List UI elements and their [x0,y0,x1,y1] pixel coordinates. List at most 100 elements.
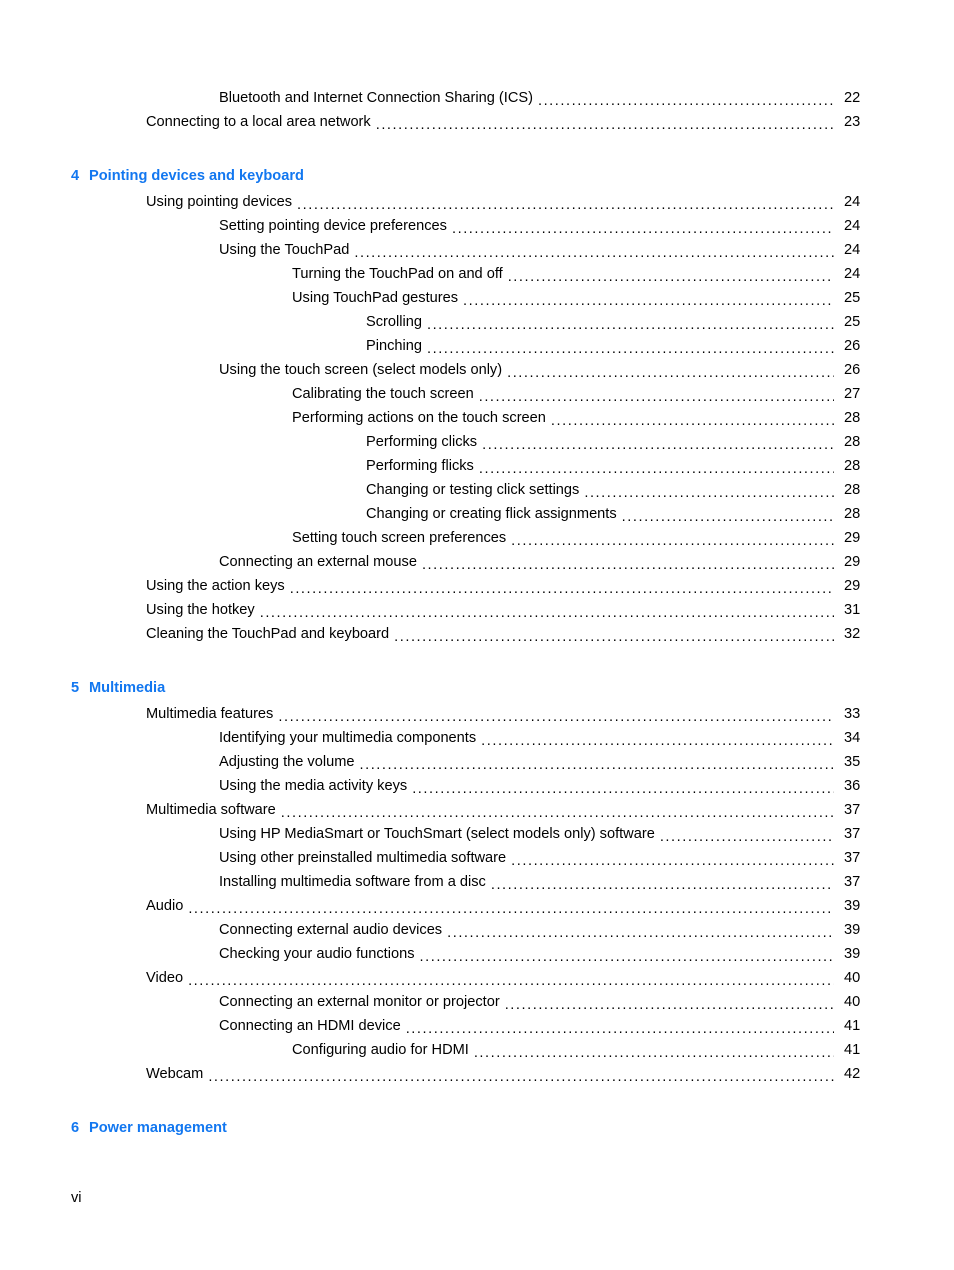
chapter-spacer [0,650,954,680]
dot-leader [208,1073,834,1087]
toc-entry-title: Using pointing devices [146,194,293,210]
toc-entry[interactable]: Using the action keys 29 [0,578,954,602]
toc-entry[interactable]: Using other preinstalled multimedia soft… [0,850,954,874]
toc-entry-title: Bluetooth and Internet Connection Sharin… [219,90,533,106]
toc-entry[interactable]: Cleaning the TouchPad and keyboard 32 [0,626,954,650]
toc-entry-page-number: 28 [844,506,861,522]
toc-entry[interactable]: Calibrating the touch screen 27 [0,386,954,410]
toc-entry[interactable]: Using the hotkey 31 [0,602,954,626]
toc-entry[interactable]: Scrolling 25 [0,314,954,338]
toc-entry-title: Identifying your multimedia components [219,730,477,746]
toc-entry-page-number: 34 [844,730,861,746]
toc-entry[interactable]: Connecting an external mouse 29 [0,554,954,578]
toc-entry-title: Connecting an external monitor or projec… [219,994,500,1010]
chapter-number: 4 [71,168,80,184]
toc-entry[interactable]: Bluetooth and Internet Connection Sharin… [0,90,954,114]
toc-entry[interactable]: Setting touch screen preferences 29 [0,530,954,554]
toc-entry-title: Adjusting the volume [219,754,355,770]
toc-entry[interactable]: Connecting external audio devices 39 [0,922,954,946]
toc-entry[interactable]: Configuring audio for HDMI 41 [0,1042,954,1066]
toc-entry[interactable]: Audio 39 [0,898,954,922]
toc-entry[interactable]: Connecting an HDMI device 41 [0,1018,954,1042]
toc-entry-title: Cleaning the TouchPad and keyboard [146,626,390,642]
toc-entry-title: Connecting an external mouse [219,554,417,570]
dot-leader [551,417,834,431]
toc-entry[interactable]: Performing actions on the touch screen 28 [0,410,954,434]
dot-leader [420,953,834,967]
toc-entry[interactable]: Identifying your multimedia components 34 [0,730,954,754]
dot-leader [622,513,834,527]
toc-entry-page-number: 27 [844,386,861,402]
toc-entry-title: Audio [146,898,184,914]
toc-entry-title: Using other preinstalled multimedia soft… [219,850,507,866]
toc-entry-title: Using the TouchPad [219,242,350,258]
dot-leader [584,489,834,503]
toc-entry-page-number: 25 [844,314,861,330]
toc-entry[interactable]: Changing or creating flick assignments 28 [0,506,954,530]
toc-entry-page-number: 24 [844,242,861,258]
toc-entry-title: Pinching [366,338,422,354]
toc-entry[interactable]: Using TouchPad gestures 25 [0,290,954,314]
toc-entry[interactable]: Multimedia software 37 [0,802,954,826]
toc-entry[interactable]: Pinching 26 [0,338,954,362]
toc-entry[interactable]: Using HP MediaSmart or TouchSmart (selec… [0,826,954,850]
dot-leader [491,881,834,895]
toc-entry[interactable]: Webcam 42 [0,1066,954,1090]
dot-leader [511,857,834,871]
toc-entry-page-number: 31 [844,602,861,618]
toc-entry-page-number: 39 [844,898,861,914]
toc-entry-page-number: 26 [844,362,861,378]
toc-entry-title: Connecting to a local area network [146,114,371,130]
toc-entry-page-number: 42 [844,1066,861,1082]
dot-leader [412,785,834,799]
toc-entry[interactable]: Connecting an external monitor or projec… [0,994,954,1018]
toc-entry-page-number: 22 [844,90,861,106]
toc-entry-title: Using the touch screen (select models on… [219,362,503,378]
toc-entry[interactable]: Performing flicks 28 [0,458,954,482]
dot-leader [479,465,834,479]
dot-leader [188,977,834,991]
chapter-heading[interactable]: 6 Power management [0,1120,954,1144]
toc-entry-page-number: 32 [844,626,861,642]
toc-entry[interactable]: Video 40 [0,970,954,994]
dot-leader [507,369,834,383]
toc-entry[interactable]: Checking your audio functions 39 [0,946,954,970]
toc-entry[interactable]: Connecting to a local area network 23 [0,114,954,138]
toc-entry-title: Checking your audio functions [219,946,415,962]
toc-entry-title: Changing or testing click settings [366,482,580,498]
toc-entry[interactable]: Using the TouchPad 24 [0,242,954,266]
toc-entry[interactable]: Using pointing devices 24 [0,194,954,218]
toc-entry-title: Calibrating the touch screen [292,386,474,402]
chapter-heading[interactable]: 4 Pointing devices and keyboard [0,168,954,192]
toc-entry-title: Turning the TouchPad on and off [292,266,503,282]
dot-leader [511,537,834,551]
toc-entry[interactable]: Multimedia features 33 [0,706,954,730]
toc-entry-title: Scrolling [366,314,422,330]
toc-entry[interactable]: Changing or testing click settings 28 [0,482,954,506]
toc-entry[interactable]: Setting pointing device preferences 24 [0,218,954,242]
dot-leader [481,737,834,751]
toc-entry-title: Using TouchPad gestures [292,290,459,306]
toc-entry-title: Configuring audio for HDMI [292,1042,469,1058]
toc-entry[interactable]: Using the media activity keys 36 [0,778,954,802]
chapter-heading[interactable]: 5 Multimedia [0,680,954,704]
dot-leader [376,121,834,135]
dot-leader [479,393,834,407]
dot-leader [297,201,834,215]
toc-entry[interactable]: Using the touch screen (select models on… [0,362,954,386]
dot-leader [474,1049,834,1063]
toc-entry[interactable]: Adjusting the volume 35 [0,754,954,778]
dot-leader [447,929,834,943]
toc-entry-page-number: 29 [844,554,861,570]
toc-entry[interactable]: Turning the TouchPad on and off 24 [0,266,954,290]
chapter-title: Pointing devices and keyboard [89,168,304,184]
toc-page: Bluetooth and Internet Connection Sharin… [0,0,954,1270]
toc-entry-page-number: 23 [844,114,861,130]
toc-entry-page-number: 28 [844,458,861,474]
toc-entry[interactable]: Installing multimedia software from a di… [0,874,954,898]
toc-entry[interactable]: Performing clicks 28 [0,434,954,458]
chapter-spacer [0,138,954,168]
toc-entry-page-number: 40 [844,994,861,1010]
dot-leader [354,249,834,263]
toc-entry-page-number: 29 [844,578,861,594]
